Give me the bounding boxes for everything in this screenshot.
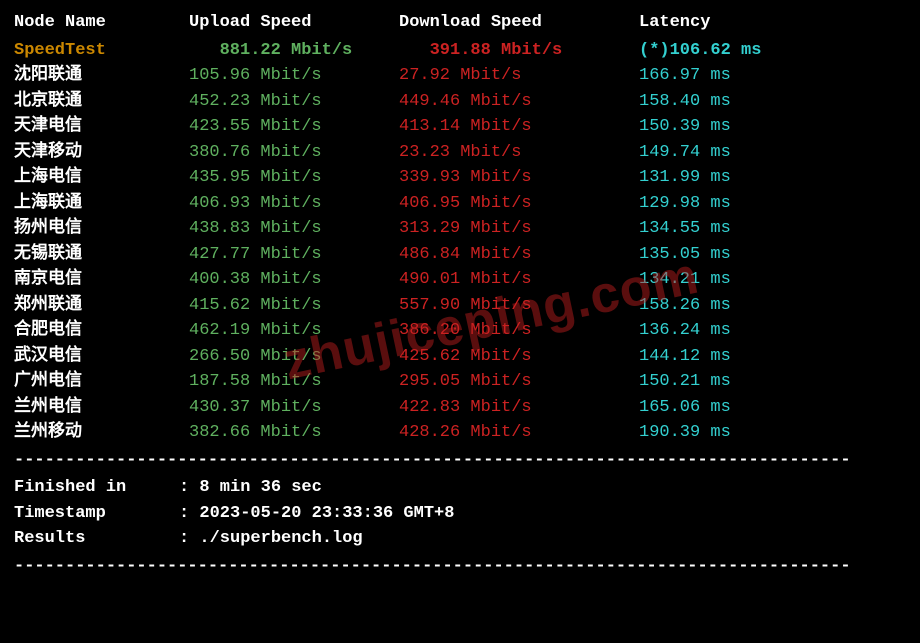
results-label: Results: [14, 526, 179, 552]
node-name: 上海电信: [14, 165, 189, 191]
table-row: 广州电信 187.58 Mbit/s 295.05 Mbit/s 150.21 …: [14, 369, 906, 395]
latency: 158.26 ms: [639, 293, 906, 319]
upload-speed: 380.76 Mbit/s: [189, 140, 399, 166]
upload-speed: 400.38 Mbit/s: [189, 267, 399, 293]
download-speed: 23.23 Mbit/s: [399, 140, 639, 166]
download-speed: 428.26 Mbit/s: [399, 420, 639, 446]
table-row: 上海电信 435.95 Mbit/s 339.93 Mbit/s 131.99 …: [14, 165, 906, 191]
speedtest-row: SpeedTest 881.22 Mbit/s 391.88 Mbit/s (*…: [14, 38, 906, 64]
download-speed: 557.90 Mbit/s: [399, 293, 639, 319]
timestamp-label: Timestamp: [14, 501, 179, 527]
table-row: 郑州联通 415.62 Mbit/s 557.90 Mbit/s 158.26 …: [14, 293, 906, 319]
finished-value: : 8 min 36 sec: [179, 475, 906, 501]
download-speed: 413.14 Mbit/s: [399, 114, 639, 140]
upload-speed: 382.66 Mbit/s: [189, 420, 399, 446]
node-name: 南京电信: [14, 267, 189, 293]
latency: 135.05 ms: [639, 242, 906, 268]
footer-results: Results : ./superbench.log: [14, 526, 906, 552]
upload-speed: 105.96 Mbit/s: [189, 63, 399, 89]
node-name: 无锡联通: [14, 242, 189, 268]
finished-label: Finished in: [14, 475, 179, 501]
footer-timestamp: Timestamp : 2023-05-20 23:33:36 GMT+8: [14, 501, 906, 527]
node-name: 北京联通: [14, 89, 189, 115]
table-row: 兰州电信 430.37 Mbit/s 422.83 Mbit/s 165.06 …: [14, 395, 906, 421]
node-name: 兰州移动: [14, 420, 189, 446]
table-row: 武汉电信 266.50 Mbit/s 425.62 Mbit/s 144.12 …: [14, 344, 906, 370]
table-row: 北京联通 452.23 Mbit/s 449.46 Mbit/s 158.40 …: [14, 89, 906, 115]
speedtest-latency: (*)106.62 ms: [639, 38, 906, 64]
upload-speed: 438.83 Mbit/s: [189, 216, 399, 242]
download-speed: 449.46 Mbit/s: [399, 89, 639, 115]
upload-speed: 452.23 Mbit/s: [189, 89, 399, 115]
upload-speed: 435.95 Mbit/s: [189, 165, 399, 191]
download-speed: 295.05 Mbit/s: [399, 369, 639, 395]
header-node: Node Name: [14, 10, 189, 36]
download-speed: 339.93 Mbit/s: [399, 165, 639, 191]
node-name: 武汉电信: [14, 344, 189, 370]
table-row: 南京电信 400.38 Mbit/s 490.01 Mbit/s 134.21 …: [14, 267, 906, 293]
upload-speed: 415.62 Mbit/s: [189, 293, 399, 319]
table-row: 无锡联通 427.77 Mbit/s 486.84 Mbit/s 135.05 …: [14, 242, 906, 268]
latency: 190.39 ms: [639, 420, 906, 446]
upload-speed: 462.19 Mbit/s: [189, 318, 399, 344]
node-name: 广州电信: [14, 369, 189, 395]
latency: 131.99 ms: [639, 165, 906, 191]
latency: 134.55 ms: [639, 216, 906, 242]
download-speed: 27.92 Mbit/s: [399, 63, 639, 89]
node-name: 沈阳联通: [14, 63, 189, 89]
table-row: 兰州移动 382.66 Mbit/s 428.26 Mbit/s 190.39 …: [14, 420, 906, 446]
latency: 166.97 ms: [639, 63, 906, 89]
download-speed: 313.29 Mbit/s: [399, 216, 639, 242]
upload-speed: 266.50 Mbit/s: [189, 344, 399, 370]
node-name: 郑州联通: [14, 293, 189, 319]
node-name: 合肥电信: [14, 318, 189, 344]
latency: 144.12 ms: [639, 344, 906, 370]
speedtest-upload: 881.22 Mbit/s: [189, 38, 399, 64]
header-download: Download Speed: [399, 10, 639, 36]
download-speed: 386.20 Mbit/s: [399, 318, 639, 344]
speedtest-node: SpeedTest: [14, 38, 189, 64]
table-row: 沈阳联通 105.96 Mbit/s 27.92 Mbit/s 166.97 m…: [14, 63, 906, 89]
table-row: 合肥电信 462.19 Mbit/s 386.20 Mbit/s 136.24 …: [14, 318, 906, 344]
table-header: Node Name Upload Speed Download Speed La…: [14, 10, 906, 36]
latency: 150.21 ms: [639, 369, 906, 395]
footer-finished: Finished in : 8 min 36 sec: [14, 475, 906, 501]
upload-speed: 430.37 Mbit/s: [189, 395, 399, 421]
table-row: 扬州电信 438.83 Mbit/s 313.29 Mbit/s 134.55 …: [14, 216, 906, 242]
latency: 149.74 ms: [639, 140, 906, 166]
node-name: 扬州电信: [14, 216, 189, 242]
download-speed: 486.84 Mbit/s: [399, 242, 639, 268]
upload-speed: 423.55 Mbit/s: [189, 114, 399, 140]
latency: 165.06 ms: [639, 395, 906, 421]
header-upload: Upload Speed: [189, 10, 399, 36]
node-name: 天津电信: [14, 114, 189, 140]
upload-speed: 427.77 Mbit/s: [189, 242, 399, 268]
node-name: 天津移动: [14, 140, 189, 166]
download-speed: 490.01 Mbit/s: [399, 267, 639, 293]
timestamp-value: : 2023-05-20 23:33:36 GMT+8: [179, 501, 906, 527]
header-latency: Latency: [639, 10, 906, 36]
download-speed: 422.83 Mbit/s: [399, 395, 639, 421]
node-name: 兰州电信: [14, 395, 189, 421]
download-speed: 425.62 Mbit/s: [399, 344, 639, 370]
table-row: 上海联通 406.93 Mbit/s 406.95 Mbit/s 129.98 …: [14, 191, 906, 217]
upload-speed: 187.58 Mbit/s: [189, 369, 399, 395]
results-value: : ./superbench.log: [179, 526, 906, 552]
speedtest-download: 391.88 Mbit/s: [399, 38, 639, 64]
download-speed: 406.95 Mbit/s: [399, 191, 639, 217]
table-row: 天津移动 380.76 Mbit/s 23.23 Mbit/s 149.74 m…: [14, 140, 906, 166]
latency: 129.98 ms: [639, 191, 906, 217]
table-row: 天津电信 423.55 Mbit/s 413.14 Mbit/s 150.39 …: [14, 114, 906, 140]
latency: 136.24 ms: [639, 318, 906, 344]
upload-speed: 406.93 Mbit/s: [189, 191, 399, 217]
latency: 158.40 ms: [639, 89, 906, 115]
node-name: 上海联通: [14, 191, 189, 217]
latency: 150.39 ms: [639, 114, 906, 140]
divider-bottom: ----------------------------------------…: [14, 554, 906, 580]
latency: 134.21 ms: [639, 267, 906, 293]
divider: ----------------------------------------…: [14, 448, 906, 474]
